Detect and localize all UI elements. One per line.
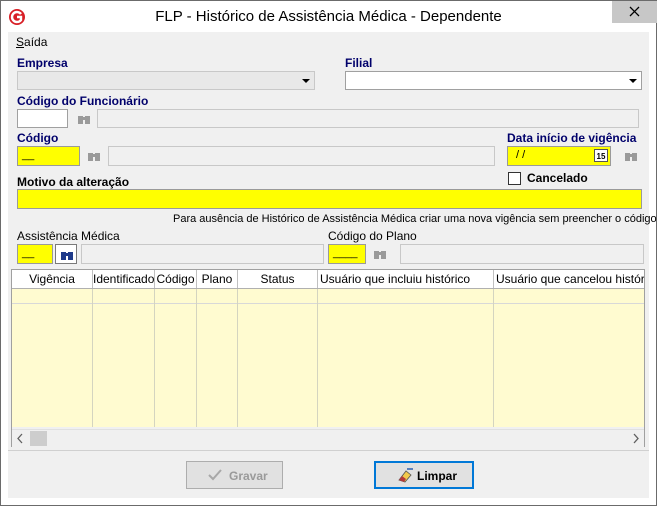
codigo-funcionario-search-button[interactable] [73, 109, 95, 129]
codigo-plano-label: Código do Plano [328, 229, 417, 243]
chevron-left-icon [17, 433, 23, 444]
filial-label: Filial [345, 56, 373, 70]
column-header-usuario-cancelou[interactable]: Usuário que cancelou histórico [494, 270, 644, 288]
cancelado-label: Cancelado [527, 171, 588, 185]
horizontal-scrollbar[interactable] [12, 429, 644, 447]
empresa-label: Empresa [17, 56, 68, 70]
limpar-label: Limpar [417, 469, 458, 483]
assistencia-value: __ [22, 247, 35, 259]
codigo-plano-input[interactable]: ____ [328, 244, 366, 264]
form-client-area: Saída Empresa Filial Código do Funcionár… [8, 32, 657, 499]
info-text: Para ausência de Histórico de Assistênci… [173, 213, 657, 225]
scroll-left-button[interactable] [12, 430, 29, 447]
codigo-plano-value: ____ [333, 247, 358, 259]
binoculars-icon [88, 153, 100, 161]
calendar-icon[interactable]: 15 [594, 149, 608, 162]
grid-divider [92, 289, 93, 427]
chevron-down-icon [298, 73, 313, 88]
binoculars-icon [61, 252, 73, 260]
filial-select[interactable] [345, 71, 642, 90]
codigo-funcionario-label: Código do Funcionário [17, 94, 149, 108]
column-header-plano[interactable]: Plano [197, 270, 238, 288]
grid-divider [154, 289, 155, 427]
column-header-usuario-incluiu[interactable]: Usuário que incluiu histórico [318, 270, 494, 288]
data-inicio-label: Data início de vigência [507, 131, 637, 145]
grid-divider [196, 289, 197, 427]
window-title: FLP - Histórico de Assistência Médica - … [155, 8, 502, 25]
funcionario-nome-field [97, 109, 639, 128]
historico-grid[interactable]: Vigência Identificador Código Plano Stat… [11, 269, 645, 447]
column-header-status[interactable]: Status [238, 270, 318, 288]
grid-divider [237, 289, 238, 427]
assistencia-search-button[interactable] [55, 244, 77, 264]
codigo-label: Código [17, 131, 59, 145]
cancelado-checkbox[interactable] [508, 172, 521, 185]
grid-row[interactable] [12, 289, 644, 304]
scroll-right-button[interactable] [627, 430, 644, 447]
scroll-thumb[interactable] [30, 431, 47, 446]
assistencia-label: Assistência Médica [17, 229, 120, 243]
codigo-value: __ [22, 149, 35, 161]
gravar-label: Gravar [229, 469, 268, 483]
grid-divider [317, 289, 318, 427]
limpar-button[interactable]: Limpar [374, 461, 474, 489]
empresa-select[interactable] [17, 71, 315, 90]
motivo-input[interactable] [17, 189, 642, 209]
codigo-plano-search-button[interactable] [369, 244, 391, 264]
grid-header: Vigência Identificador Código Plano Stat… [12, 270, 644, 289]
data-inicio-input[interactable]: / / 15 [507, 146, 611, 166]
codigo-funcionario-input[interactable] [17, 109, 68, 128]
chevron-right-icon [633, 433, 639, 444]
chevron-down-icon [625, 73, 640, 88]
close-icon [629, 6, 640, 17]
checkmark-icon [208, 469, 222, 481]
menu-bar: Saída [8, 32, 649, 52]
codigo-plano-descricao-field [400, 244, 644, 264]
motivo-label: Motivo da alteração [17, 175, 130, 189]
button-bar: Gravar Limpar [8, 450, 649, 499]
binoculars-icon [625, 153, 637, 161]
menu-saida[interactable]: Saída [16, 35, 47, 49]
column-header-codigo[interactable]: Código [155, 270, 197, 288]
data-inicio-value: / / [516, 149, 526, 161]
codigo-search-button[interactable] [83, 146, 105, 166]
close-button[interactable] [612, 1, 657, 23]
title-bar: FLP - Histórico de Assistência Médica - … [1, 1, 657, 32]
grid-divider [493, 289, 494, 427]
codigo-descricao-field [108, 146, 495, 166]
eraser-icon [398, 468, 413, 483]
column-header-vigencia[interactable]: Vigência [12, 270, 93, 288]
grid-body[interactable] [12, 304, 644, 427]
codigo-input[interactable]: __ [17, 146, 80, 166]
assistencia-input[interactable]: __ [17, 244, 53, 264]
column-header-identificador[interactable]: Identificador [93, 270, 155, 288]
binoculars-icon [374, 251, 386, 259]
main-window: FLP - Histórico de Assistência Médica - … [0, 0, 657, 506]
data-inicio-search-button[interactable] [620, 146, 642, 166]
gravar-button[interactable]: Gravar [186, 461, 283, 489]
assistencia-descricao-field [81, 244, 324, 264]
binoculars-icon [78, 116, 90, 124]
